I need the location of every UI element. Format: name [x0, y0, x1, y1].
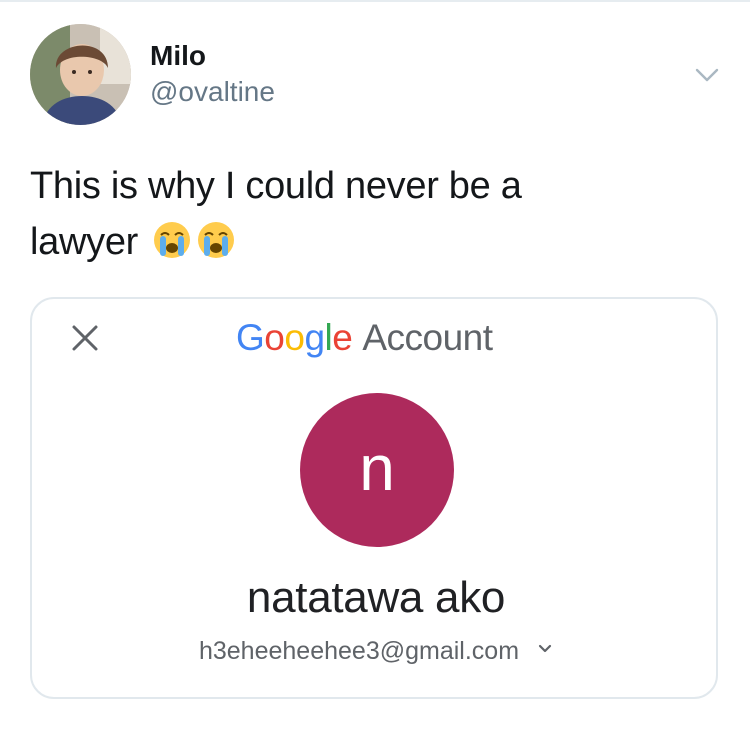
account-email: h3eheeheehee3@gmail.com [198, 637, 520, 665]
tweet-text-line2-row: lawyer [30, 214, 650, 270]
chevron-down-icon[interactable] [692, 60, 722, 90]
media-card[interactable]: Google Account n natatawa ako h3eheeheehe… [30, 297, 718, 699]
profile-avatar[interactable]: n [300, 393, 454, 547]
tweet-text: This is why I could never be a lawyer [30, 158, 650, 270]
author-avatar[interactable] [30, 24, 131, 125]
chevron-down-icon[interactable] [537, 641, 553, 657]
google-logo: Google [236, 317, 353, 358]
loudly-crying-face-emoji [196, 220, 236, 260]
google-letter: e [332, 317, 353, 358]
google-letter: o [284, 317, 305, 358]
top-divider [0, 0, 750, 2]
tweet-text-line2: lawyer [30, 221, 139, 263]
author-handle[interactable]: @ovaltine [150, 76, 275, 108]
account-word: Account [362, 317, 493, 358]
google-letter: o [264, 317, 285, 358]
loudly-crying-face-emoji [152, 220, 192, 260]
account-email-selector[interactable]: h3eheeheehee3@gmail.com [32, 637, 716, 666]
google-account-title: Google Account [236, 317, 493, 359]
google-letter: G [236, 317, 265, 358]
author-display-name[interactable]: Milo [150, 40, 206, 72]
google-letter: g [304, 317, 325, 358]
account-name: natatawa ako [246, 573, 506, 622]
close-icon[interactable] [68, 321, 102, 355]
tweet-text-line1: This is why I could never be a [30, 165, 522, 207]
